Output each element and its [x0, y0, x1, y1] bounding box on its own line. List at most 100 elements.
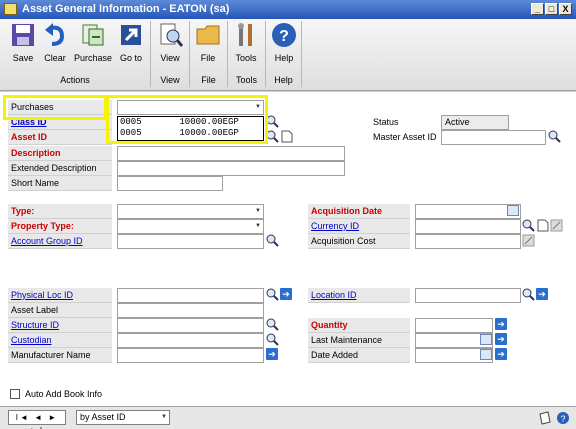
structure-id-link[interactable]: Structure ID [8, 318, 112, 333]
asset-label-label: Asset Label [8, 303, 112, 318]
help-small-icon[interactable]: ? [556, 411, 570, 425]
date-added-goto-arrow-icon[interactable]: ➔ [495, 348, 507, 360]
property-type-label: Property Type: [8, 219, 112, 234]
quantity-field[interactable] [415, 318, 493, 333]
asset-id-label: Asset ID [8, 130, 112, 145]
save-icon [12, 24, 34, 46]
acquisition-date-label: Acquisition Date [308, 204, 410, 219]
account-group-id-field[interactable] [117, 234, 264, 249]
status-label: Status [373, 117, 399, 127]
dropdown-option[interactable]: 0005 10000.00EGP [118, 128, 263, 139]
structure-id-field[interactable] [117, 318, 264, 333]
location-id-link[interactable]: Location ID [308, 288, 410, 303]
last-maintenance-goto-arrow-icon[interactable]: ➔ [495, 333, 507, 345]
group-actions-label: Actions [60, 75, 90, 85]
acquisition-date-calendar-icon[interactable] [507, 205, 519, 216]
purchase-label: Purchase [73, 53, 113, 63]
currency-id-link[interactable]: Currency ID [308, 219, 410, 234]
status-bar: I◄ ◄ ► ►I by Asset ID ? [0, 406, 576, 429]
group-help-label: Help [274, 75, 293, 85]
ribbon-toolbar: Save Clear Purchase Go to View File Tool… [0, 19, 576, 91]
file-label: File [200, 53, 216, 63]
location-id-field[interactable] [415, 288, 521, 303]
currency-note-icon[interactable] [536, 219, 549, 232]
location-goto-arrow-icon[interactable]: ➔ [536, 288, 548, 300]
currency-expand-icon[interactable] [550, 219, 563, 232]
restore-button[interactable]: □ [545, 3, 558, 15]
window-titlebar: Asset General Information - EATON (sa) _… [0, 0, 576, 19]
view-button[interactable]: View [155, 22, 185, 63]
note-icon[interactable] [538, 411, 552, 425]
help-button[interactable]: ? Help [269, 22, 299, 63]
manufacturer-goto-arrow-icon[interactable]: ➔ [266, 348, 278, 360]
master-asset-id-field[interactable] [441, 130, 546, 145]
svg-text:?: ? [279, 28, 289, 45]
group-file-label: File [201, 75, 216, 85]
undo-icon [45, 23, 65, 46]
clear-label: Clear [44, 53, 66, 63]
structure-id-lookup-icon[interactable] [266, 318, 279, 331]
asset-id-note-icon[interactable] [280, 130, 293, 143]
date-added-label: Date Added [308, 348, 410, 363]
app-icon [4, 3, 17, 15]
view-icon [160, 23, 184, 47]
save-label: Save [12, 53, 34, 63]
auto-add-book-info-checkbox[interactable] [10, 389, 20, 399]
asset-label-field[interactable] [117, 303, 264, 318]
minimize-button[interactable]: _ [531, 3, 544, 15]
description-label: Description [8, 146, 112, 161]
acquisition-cost-label: Acquisition Cost [308, 234, 410, 249]
physical-loc-id-field[interactable] [117, 288, 264, 303]
dropdown-option[interactable]: 0005 10000.00EGP [118, 117, 263, 128]
last-maintenance-label: Last Maintenance [308, 333, 410, 348]
currency-id-field[interactable] [415, 219, 521, 234]
physical-loc-goto-arrow-icon[interactable]: ➔ [280, 288, 292, 300]
custodian-field[interactable] [117, 333, 264, 348]
type-dropdown[interactable] [117, 204, 264, 219]
account-group-lookup-icon[interactable] [266, 234, 279, 247]
tools-icon [238, 23, 252, 46]
last-maintenance-calendar-icon[interactable] [480, 334, 492, 345]
manufacturer-name-field[interactable] [117, 348, 264, 363]
purchases-dropdown-list: 0005 10000.00EGP 0005 10000.00EGP [117, 116, 264, 141]
save-button[interactable]: Save [8, 22, 38, 63]
quantity-goto-arrow-icon[interactable]: ➔ [495, 318, 507, 330]
svg-text:?: ? [560, 414, 565, 424]
sort-by-select[interactable]: by Asset ID [76, 410, 170, 425]
close-button[interactable]: X [559, 3, 572, 15]
tools-button[interactable]: Tools [231, 22, 261, 63]
purchase-button[interactable]: Purchase [72, 22, 114, 63]
folder-icon [196, 25, 220, 45]
physical-loc-lookup-icon[interactable] [266, 288, 279, 301]
record-navigation[interactable]: I◄ ◄ ► ►I [8, 410, 66, 429]
view-label: View [160, 53, 180, 63]
status-value: Active [441, 115, 509, 130]
help-label: Help [274, 53, 294, 63]
acquisition-date-field[interactable] [415, 204, 521, 219]
clear-button[interactable]: Clear [40, 22, 70, 63]
physical-loc-id-link[interactable]: Physical Loc ID [8, 288, 112, 303]
goto-icon [121, 25, 141, 45]
extended-description-field[interactable] [117, 161, 345, 176]
group-tools-label: Tools [235, 75, 257, 85]
description-field[interactable] [117, 146, 345, 161]
custodian-link[interactable]: Custodian [8, 333, 112, 348]
acquisition-cost-expand-icon[interactable] [522, 234, 535, 247]
custodian-lookup-icon[interactable] [266, 333, 279, 346]
currency-lookup-icon[interactable] [522, 219, 535, 232]
extended-description-label: Extended Description [8, 161, 112, 176]
short-name-field[interactable] [117, 176, 223, 191]
account-group-id-link[interactable]: Account Group ID [8, 234, 112, 249]
window-title: Asset General Information - EATON (sa) [22, 3, 230, 15]
acquisition-cost-field[interactable] [415, 234, 521, 249]
goto-button[interactable]: Go to [116, 22, 146, 63]
file-button[interactable]: File [193, 22, 223, 63]
date-added-calendar-icon[interactable] [480, 349, 492, 360]
location-lookup-icon[interactable] [522, 288, 535, 301]
property-type-dropdown[interactable] [117, 219, 264, 234]
short-name-label: Short Name [8, 176, 112, 191]
manufacturer-name-label: Manufacturer Name [8, 348, 112, 363]
quantity-label: Quantity [308, 318, 410, 333]
master-asset-lookup-icon[interactable] [548, 130, 561, 143]
help-icon: ? [272, 23, 296, 47]
